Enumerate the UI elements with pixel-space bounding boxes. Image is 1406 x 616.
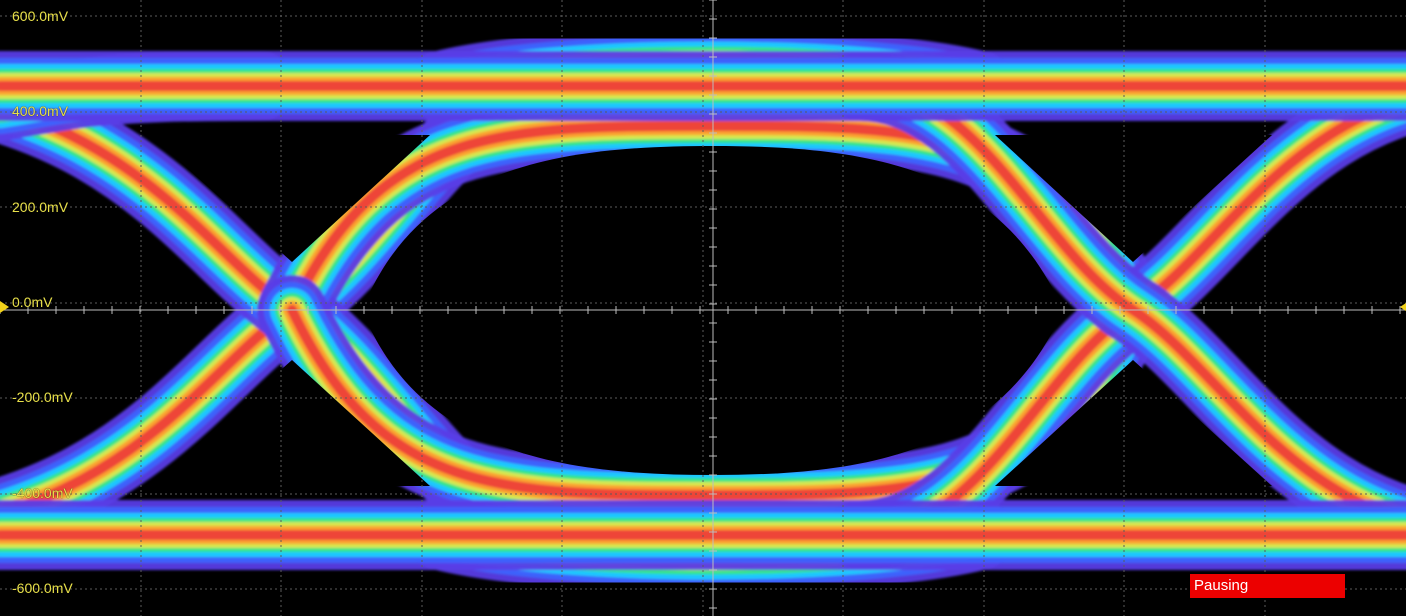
y-label-neg600mv: -600.0mV (12, 580, 73, 596)
y-label-200mv: 200.0mV (12, 199, 69, 215)
oscilloscope-display[interactable]: 600.0mV 400.0mV 200.0mV 0.0mV -200.0mV -… (0, 0, 1406, 616)
y-label-neg400mv: -400.0mV (12, 485, 73, 501)
y-label-neg200mv: -200.0mV (12, 389, 73, 405)
y-label-400mv: 400.0mV (12, 103, 69, 119)
status-badge: Pausing (1190, 574, 1345, 598)
eye-diagram-plot[interactable] (0, 0, 1406, 616)
ground-level-marker-icon[interactable] (0, 301, 9, 313)
y-label-0mv: 0.0mV (12, 294, 53, 310)
y-label-600mv: 600.0mV (12, 8, 69, 24)
trigger-level-marker-icon[interactable] (1400, 303, 1406, 311)
